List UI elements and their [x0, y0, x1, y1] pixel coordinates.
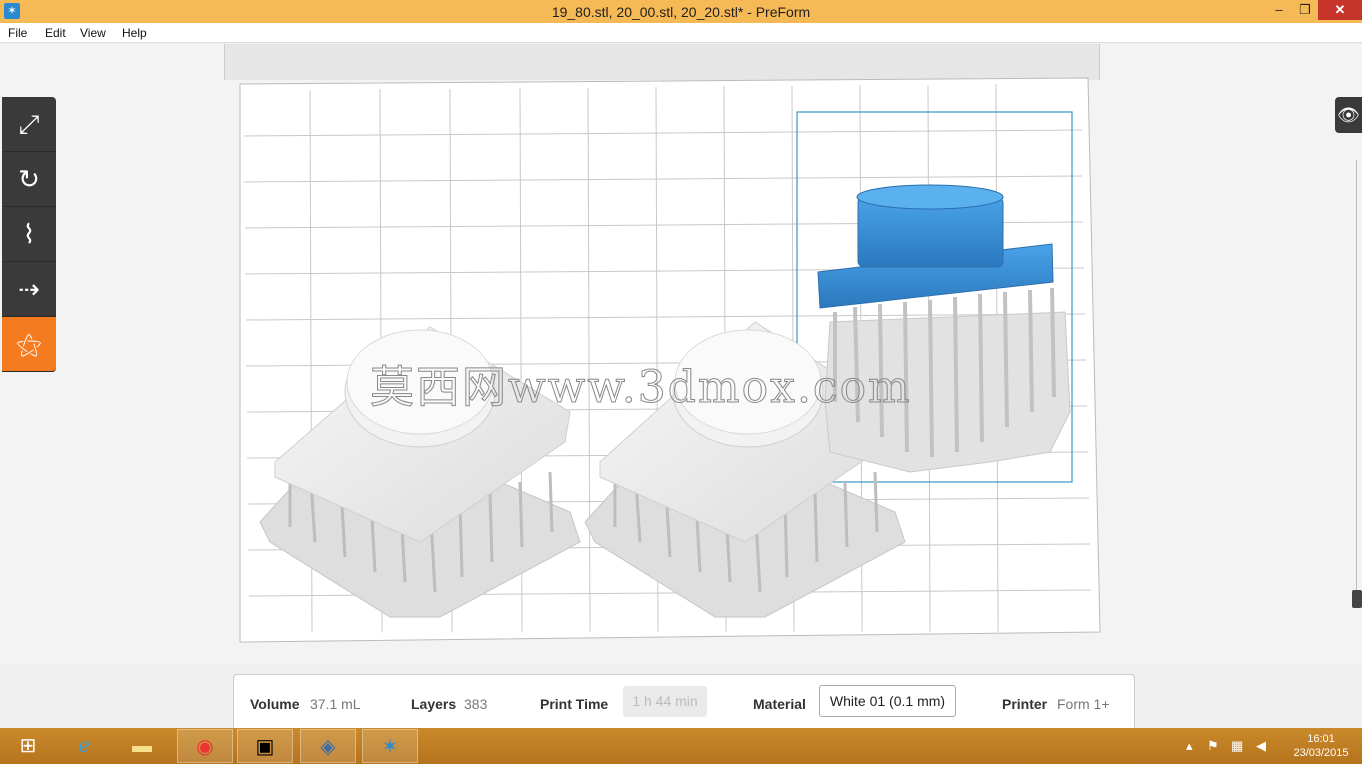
build-scene[interactable]: 莫西网www.3dmox.com	[230, 72, 1110, 652]
window-title: 19_80.stl, 20_00.stl, 20_20.stl* - PreFo…	[551, 4, 811, 20]
layers-label: Layers	[411, 696, 457, 712]
zoom-slider-handle[interactable]	[1352, 590, 1362, 608]
menu-edit[interactable]: Edit	[45, 26, 66, 40]
status-bar: Volume 37.1 mL Layers 383 Print Time 1 h…	[233, 674, 1135, 730]
tool-panel: ⤢ ↻ ⌇ ⇢ ⚝	[2, 97, 56, 372]
material-select[interactable]: White 01 (0.1 mm)	[819, 685, 956, 717]
printer-label: Printer	[1002, 696, 1048, 712]
title-bar: ✶ 19_80.stl, 20_00.stl, 20_20.stl* - Pre…	[0, 0, 1362, 23]
scale-tool-button[interactable]: ⤢	[2, 97, 56, 152]
taskbar-file-explorer[interactable]: ▬	[114, 729, 170, 763]
zoom-slider-track[interactable]	[1356, 160, 1362, 600]
print-time-label: Print Time	[540, 696, 609, 712]
chrome-icon: ◉	[196, 736, 214, 758]
eye-icon: 👁	[1337, 105, 1360, 125]
taskbar-python[interactable]: ◈	[300, 729, 356, 763]
tray-expand-icon[interactable]: ▴	[1186, 738, 1193, 754]
print-time-value: 1 h 44 min	[623, 686, 707, 717]
taskbar-command-prompt[interactable]: ▣	[237, 729, 293, 763]
taskbar-preform[interactable]: ✶	[362, 729, 418, 763]
menu-view[interactable]: View	[80, 26, 106, 40]
network-icon[interactable]: ▦	[1231, 738, 1243, 754]
print-tool-button[interactable]: ⚝	[2, 317, 56, 372]
layout-tool-button[interactable]: ⇢	[2, 262, 56, 317]
folder-icon: ▬	[132, 735, 152, 757]
formlabs-logo-icon: ⚝	[16, 329, 42, 359]
menu-file[interactable]: File	[8, 26, 27, 40]
supports-icon: ⌇	[22, 219, 36, 249]
terminal-icon: ▣	[255, 736, 275, 758]
view-options-button[interactable]: 👁	[1335, 97, 1362, 133]
system-clock[interactable]: 16:01 23/03/2015	[1286, 732, 1356, 760]
volume-label: Volume	[250, 696, 300, 712]
layout-icon: ⇢	[18, 274, 40, 304]
preform-icon: ✶	[381, 736, 399, 758]
start-button[interactable]: ⊞	[0, 729, 56, 763]
rotate-icon: ↻	[18, 164, 40, 194]
clock-time: 16:01	[1307, 733, 1335, 745]
minimize-button[interactable]: –	[1266, 0, 1292, 20]
layers-value: 383	[464, 696, 488, 712]
taskbar: ⊞ ℯ ▬ ◉ ▣ ◈ ✶ ▴ ⚑ ▦ ◀ 16:01 23/03/2015	[0, 728, 1362, 764]
rotate-tool-button[interactable]: ↻	[2, 152, 56, 207]
watermark-text: 莫西网www.3dmox.com	[370, 362, 912, 413]
internet-explorer-icon: ℯ	[78, 735, 90, 757]
clock-date: 23/03/2015	[1293, 747, 1349, 759]
supports-tool-button[interactable]: ⌇	[2, 207, 56, 262]
volume-icon[interactable]: ◀	[1256, 738, 1266, 754]
action-center-flag-icon[interactable]: ⚑	[1207, 738, 1219, 754]
printer-value[interactable]: Form 1+	[1057, 696, 1110, 712]
scale-icon: ⤢	[18, 109, 40, 139]
material-label: Material	[753, 696, 806, 712]
volume-value: 37.1 mL	[310, 696, 361, 712]
close-button[interactable]: ✕	[1318, 0, 1362, 20]
taskbar-chrome[interactable]: ◉	[177, 729, 233, 763]
python-icon: ◈	[320, 736, 336, 758]
taskbar-internet-explorer[interactable]: ℯ	[56, 729, 112, 763]
maximize-button[interactable]: ❐	[1292, 0, 1318, 20]
menu-bar: File Edit View Help	[0, 23, 1362, 43]
windows-logo-icon: ⊞	[19, 735, 37, 757]
menu-help[interactable]: Help	[122, 26, 147, 40]
